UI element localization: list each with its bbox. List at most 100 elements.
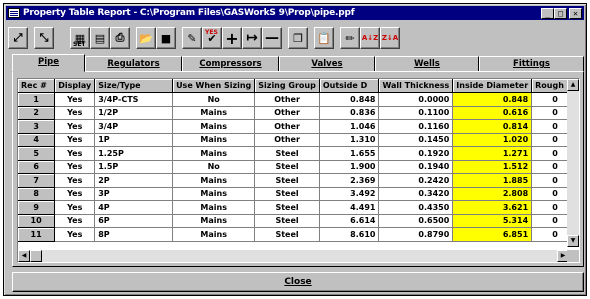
table-cell[interactable]: 6.614: [319, 214, 380, 228]
table-cell[interactable]: 0.848: [452, 92, 533, 107]
add-icon[interactable]: +: [222, 27, 242, 49]
mark-icon[interactable]: ✎: [182, 27, 202, 49]
table-cell[interactable]: 2P: [94, 173, 174, 188]
table-cell[interactable]: 1.271: [452, 146, 533, 161]
maximize-button[interactable]: □: [554, 7, 567, 19]
table-cell[interactable]: 0.1100: [378, 106, 454, 120]
table-cell[interactable]: 0.6500: [378, 214, 454, 228]
table-cell[interactable]: Steel: [254, 227, 320, 242]
close-button[interactable]: Close: [12, 272, 584, 292]
table-cell[interactable]: 2.369: [319, 173, 380, 188]
table-cell[interactable]: 3.492: [319, 187, 380, 201]
table-layout-icon[interactable]: ▤: [90, 27, 110, 49]
table-cell[interactable]: Mains: [172, 173, 256, 188]
table-cell[interactable]: 0.814: [452, 119, 533, 134]
row-number[interactable]: 10: [18, 214, 56, 228]
table-cell[interactable]: Yes: [54, 119, 96, 134]
table-row[interactable]: 4 Yes 1P Mains Other 1.310 0.1450 1.020 0: [18, 133, 579, 147]
table-row[interactable]: 8 Yes 3P Mains Steel 3.492 0.3420 2.808 0: [18, 187, 579, 201]
vertical-scrollbar[interactable]: ▲ ▼: [567, 79, 579, 247]
table-cell[interactable]: 1.655: [319, 146, 380, 161]
tab-fittings[interactable]: Fittings: [479, 56, 584, 72]
paste-icon[interactable]: 📋: [314, 27, 334, 49]
table-cell[interactable]: Mains: [172, 227, 256, 242]
table-cell[interactable]: Yes: [54, 160, 96, 174]
table-cell[interactable]: Steel: [254, 173, 320, 188]
table-cell[interactable]: 0.0000: [378, 92, 454, 107]
close-window-button[interactable]: ✕: [569, 7, 582, 19]
row-number[interactable]: 6: [18, 160, 56, 174]
column-header[interactable]: Sizing Group: [254, 79, 320, 93]
row-number[interactable]: 8: [18, 187, 56, 201]
title-bar[interactable]: Property Table Report - C:\Program Files…: [6, 6, 584, 20]
horizontal-scroll-thumb[interactable]: [30, 250, 42, 262]
table-cell[interactable]: Yes: [54, 92, 96, 107]
table-cell[interactable]: 1/2P: [94, 106, 174, 120]
edit-icon[interactable]: ✏: [340, 27, 360, 49]
table-cell[interactable]: Mains: [172, 200, 256, 215]
table-cell[interactable]: Mains: [172, 133, 256, 147]
column-header[interactable]: Outside D: [319, 79, 380, 93]
table-cell[interactable]: Mains: [172, 106, 256, 120]
table-cell[interactable]: 0.848: [319, 92, 380, 107]
delete-icon[interactable]: —: [262, 27, 282, 49]
horizontal-scrollbar[interactable]: ◀ ▶: [18, 250, 569, 262]
save-icon[interactable]: ■: [156, 27, 176, 49]
table-cell[interactable]: 0.1940: [378, 160, 454, 174]
table-cell[interactable]: Mains: [172, 146, 256, 161]
table-cell[interactable]: 6.851: [452, 227, 533, 242]
table-cell[interactable]: 0.1450: [378, 133, 454, 147]
row-number[interactable]: 11: [18, 227, 56, 242]
table-cell[interactable]: 0.616: [452, 106, 533, 120]
table-cell[interactable]: Yes: [54, 146, 96, 161]
tab-wells[interactable]: Wells: [375, 56, 479, 72]
table-cell[interactable]: 0.4350: [378, 200, 454, 215]
row-number[interactable]: 7: [18, 173, 56, 188]
table-cell[interactable]: Yes: [54, 187, 96, 201]
minimize-button[interactable]: _: [541, 7, 554, 19]
insert-icon[interactable]: ↦: [242, 27, 262, 49]
property-grid[interactable]: Rec # Display Size/Type Use When Sizing …: [17, 78, 580, 263]
zoom-in-icon[interactable]: ⤢: [8, 27, 28, 49]
column-header[interactable]: Size/Type: [94, 79, 174, 93]
tab-regulators[interactable]: Regulators: [85, 56, 182, 72]
table-cell[interactable]: 3P: [94, 187, 174, 201]
column-header[interactable]: Rec #: [18, 79, 56, 93]
table-cell[interactable]: 0.3420: [378, 187, 454, 201]
print-icon[interactable]: ⎙: [110, 27, 130, 49]
table-cell[interactable]: Yes: [54, 106, 96, 120]
table-row[interactable]: 10 Yes 6P Mains Steel 6.614 0.6500 5.314 0: [18, 214, 579, 228]
table-cell[interactable]: Yes: [54, 214, 96, 228]
table-cell[interactable]: 0.836: [319, 106, 380, 120]
table-cell[interactable]: 4P: [94, 200, 174, 215]
table-cell[interactable]: 0.1920: [378, 146, 454, 161]
table-cell[interactable]: Yes: [54, 200, 96, 215]
column-header[interactable]: Wall Thickness: [378, 79, 454, 93]
table-cell[interactable]: 0.1160: [378, 119, 454, 134]
sort-ascending-icon[interactable]: A↓Z: [360, 27, 380, 49]
table-cell[interactable]: Mains: [172, 119, 256, 134]
table-cell[interactable]: Yes: [54, 133, 96, 147]
table-cell[interactable]: Other: [254, 119, 320, 134]
table-cell[interactable]: 1.5P: [94, 160, 174, 174]
table-cell[interactable]: 1.900: [319, 160, 380, 174]
tab-valves[interactable]: Valves: [279, 56, 375, 72]
open-folder-icon[interactable]: 📂: [136, 27, 156, 49]
scroll-left-icon[interactable]: ◀: [18, 250, 30, 262]
row-number[interactable]: 1: [18, 92, 56, 107]
table-row[interactable]: 6 Yes 1.5P No Steel 1.900 0.1940 1.512 0: [18, 160, 579, 174]
table-row[interactable]: 1 Yes 3/4P-CTS No Other 0.848 0.0000 0.848 0: [18, 92, 579, 107]
table-cell[interactable]: Mains: [172, 214, 256, 228]
table-cell[interactable]: Steel: [254, 160, 320, 174]
column-header[interactable]: Display: [54, 79, 96, 93]
row-number[interactable]: 4: [18, 133, 56, 147]
table-cell[interactable]: No: [172, 160, 256, 174]
table-cell[interactable]: Yes: [54, 227, 96, 242]
zoom-out-icon[interactable]: ⤡: [34, 27, 54, 49]
sort-descending-icon[interactable]: Z↓A: [380, 27, 400, 49]
table-cell[interactable]: 6P: [94, 214, 174, 228]
table-cell[interactable]: 1.046: [319, 119, 380, 134]
table-cell[interactable]: Yes: [54, 173, 96, 188]
scroll-up-icon[interactable]: ▲: [567, 79, 579, 91]
column-header[interactable]: Inside Diameter: [452, 79, 533, 93]
